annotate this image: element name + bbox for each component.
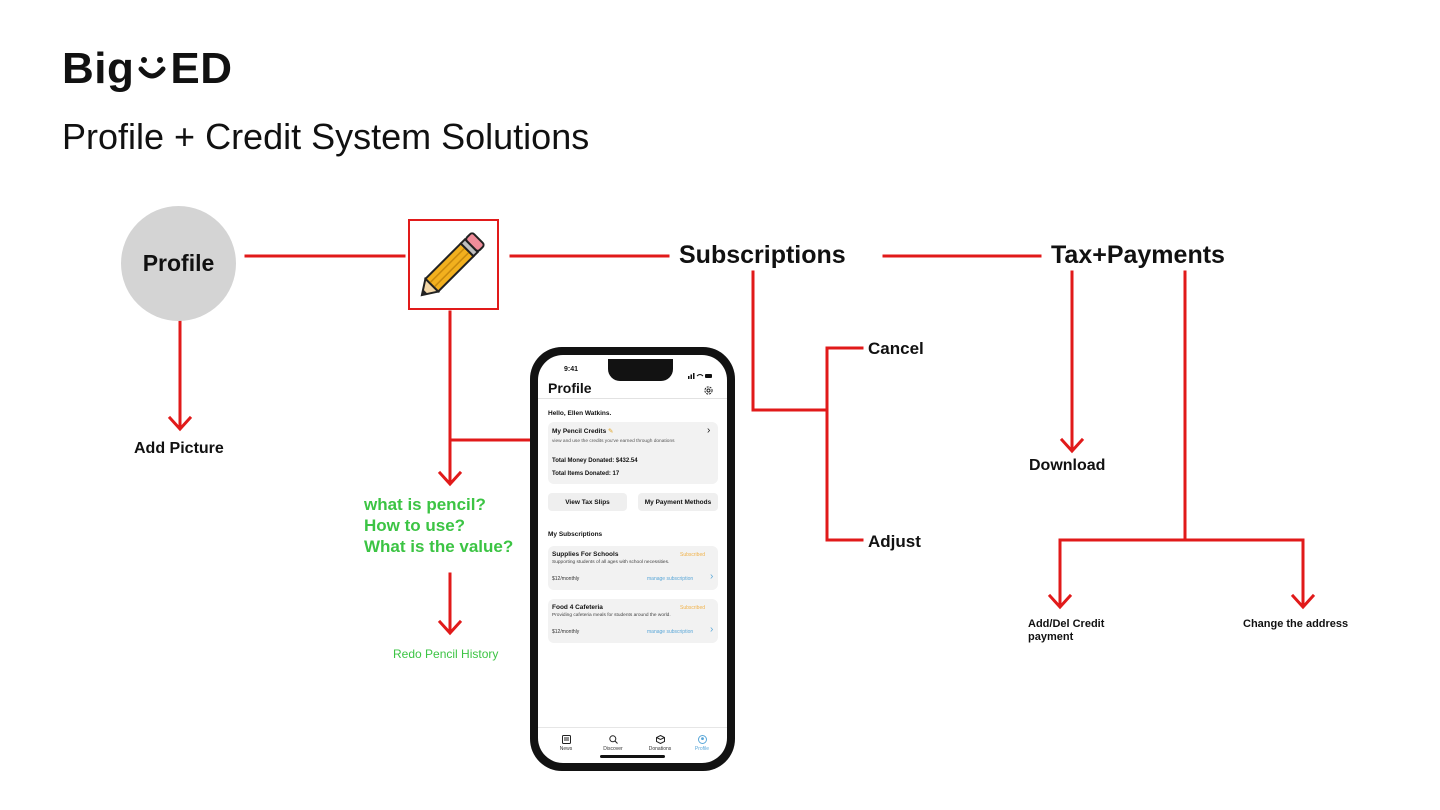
tab-discover[interactable]: Discover — [595, 735, 631, 752]
download-label: Download — [1029, 457, 1106, 474]
adjust-label: Adjust — [868, 532, 921, 551]
tab-news-label: News — [559, 746, 573, 752]
search-icon — [608, 735, 618, 744]
pencil-small-icon: ✎ — [608, 428, 614, 435]
logo-text-ed: ED — [170, 44, 233, 93]
subscription-price: $12/monthly — [552, 576, 580, 582]
phone-notch — [608, 359, 673, 381]
question-item: What is the value? — [364, 537, 514, 556]
question-item: what is pencil? — [364, 495, 486, 514]
phone-mockup: 9:41 Profile Hello, Ellen Watkins. My Pe… — [530, 347, 735, 771]
add-del-credit-label: Add/Del Credit payment — [1028, 618, 1104, 644]
add-del-credit-line1: Add/Del Credit — [1028, 618, 1105, 630]
subscription-price: $12/monthly — [552, 629, 580, 635]
tax-payments-node-label: Tax+Payments — [1051, 241, 1225, 269]
chevron-right-icon: › — [710, 624, 714, 635]
tab-discover-label: Discover — [603, 746, 623, 752]
pencil-icon — [420, 232, 485, 297]
pencil-credits-card[interactable]: My Pencil Credits ✎ view and use the cre… — [548, 422, 718, 484]
tab-profile-label: Profile — [694, 746, 710, 752]
subscription-card[interactable]: Food 4 Cafeteria Subscribed Providing ca… — [548, 599, 718, 643]
money-donated: Total Money Donated: $432.54 — [552, 458, 638, 464]
add-picture-label: Add Picture — [134, 440, 224, 457]
manage-subscription-link[interactable]: manage subscription — [647, 629, 693, 635]
tab-bar-divider — [538, 727, 727, 728]
logo-text-big: Big — [62, 44, 135, 93]
question-item: How to use? — [364, 516, 466, 535]
subscriptions-node-label: Subscriptions — [679, 241, 846, 269]
cancel-label: Cancel — [868, 339, 924, 358]
profile-icon — [697, 735, 707, 744]
divider — [538, 398, 727, 399]
profile-node-label: Profile — [142, 250, 215, 276]
chevron-right-icon: › — [710, 571, 714, 582]
tab-donations-label: Donations — [648, 746, 672, 752]
tab-profile[interactable]: Profile — [684, 735, 720, 752]
phone-screen: 9:41 Profile Hello, Ellen Watkins. My Pe… — [538, 355, 727, 763]
subscription-name: Supplies For Schools — [552, 551, 619, 558]
chevron-right-icon: › — [707, 425, 711, 436]
status-icons — [688, 366, 712, 384]
subscription-name: Food 4 Cafeteria — [552, 604, 603, 611]
view-tax-slips-button[interactable]: View Tax Slips — [548, 493, 627, 511]
biged-logo: Big ED — [62, 44, 233, 96]
items-donated: Total Items Donated: 17 — [552, 471, 620, 477]
subscription-card[interactable]: Supplies For Schools Subscribed Supporti… — [548, 546, 718, 590]
tab-donations[interactable]: Donations — [642, 735, 678, 752]
smile-icon — [137, 46, 167, 96]
subscription-desc: Providing cafeteria meals for students a… — [552, 613, 671, 618]
box-icon — [655, 735, 665, 744]
subscribed-badge: Subscribed — [680, 605, 706, 611]
add-del-credit-line2: payment — [1028, 631, 1074, 643]
manage-subscription-link[interactable]: manage subscription — [647, 576, 693, 582]
news-icon — [561, 735, 571, 744]
tab-news[interactable]: News — [548, 735, 584, 752]
home-indicator — [600, 755, 665, 758]
subscription-desc: Supporting students of all ages with sch… — [552, 560, 670, 565]
greeting: Hello, Ellen Watkins. — [548, 410, 612, 417]
credits-title: My Pencil Credits ✎ — [552, 428, 614, 435]
subscribed-badge: Subscribed — [680, 552, 706, 558]
subscriptions-heading: My Subscriptions — [548, 531, 603, 538]
pencil-node — [408, 219, 499, 310]
status-time: 9:41 — [564, 366, 579, 373]
page-title: Profile + Credit System Solutions — [62, 116, 590, 157]
change-address-label: Change the address — [1243, 618, 1349, 630]
phone-page-title: Profile — [548, 380, 592, 396]
payment-methods-button[interactable]: My Payment Methods — [638, 493, 718, 511]
credits-desc: view and use the credits you've earned t… — [552, 439, 675, 444]
pencil-questions: what is pencil? How to use? What is the … — [364, 494, 513, 557]
profile-node: Profile — [121, 206, 236, 321]
redo-history-label: Redo Pencil History — [393, 647, 499, 661]
